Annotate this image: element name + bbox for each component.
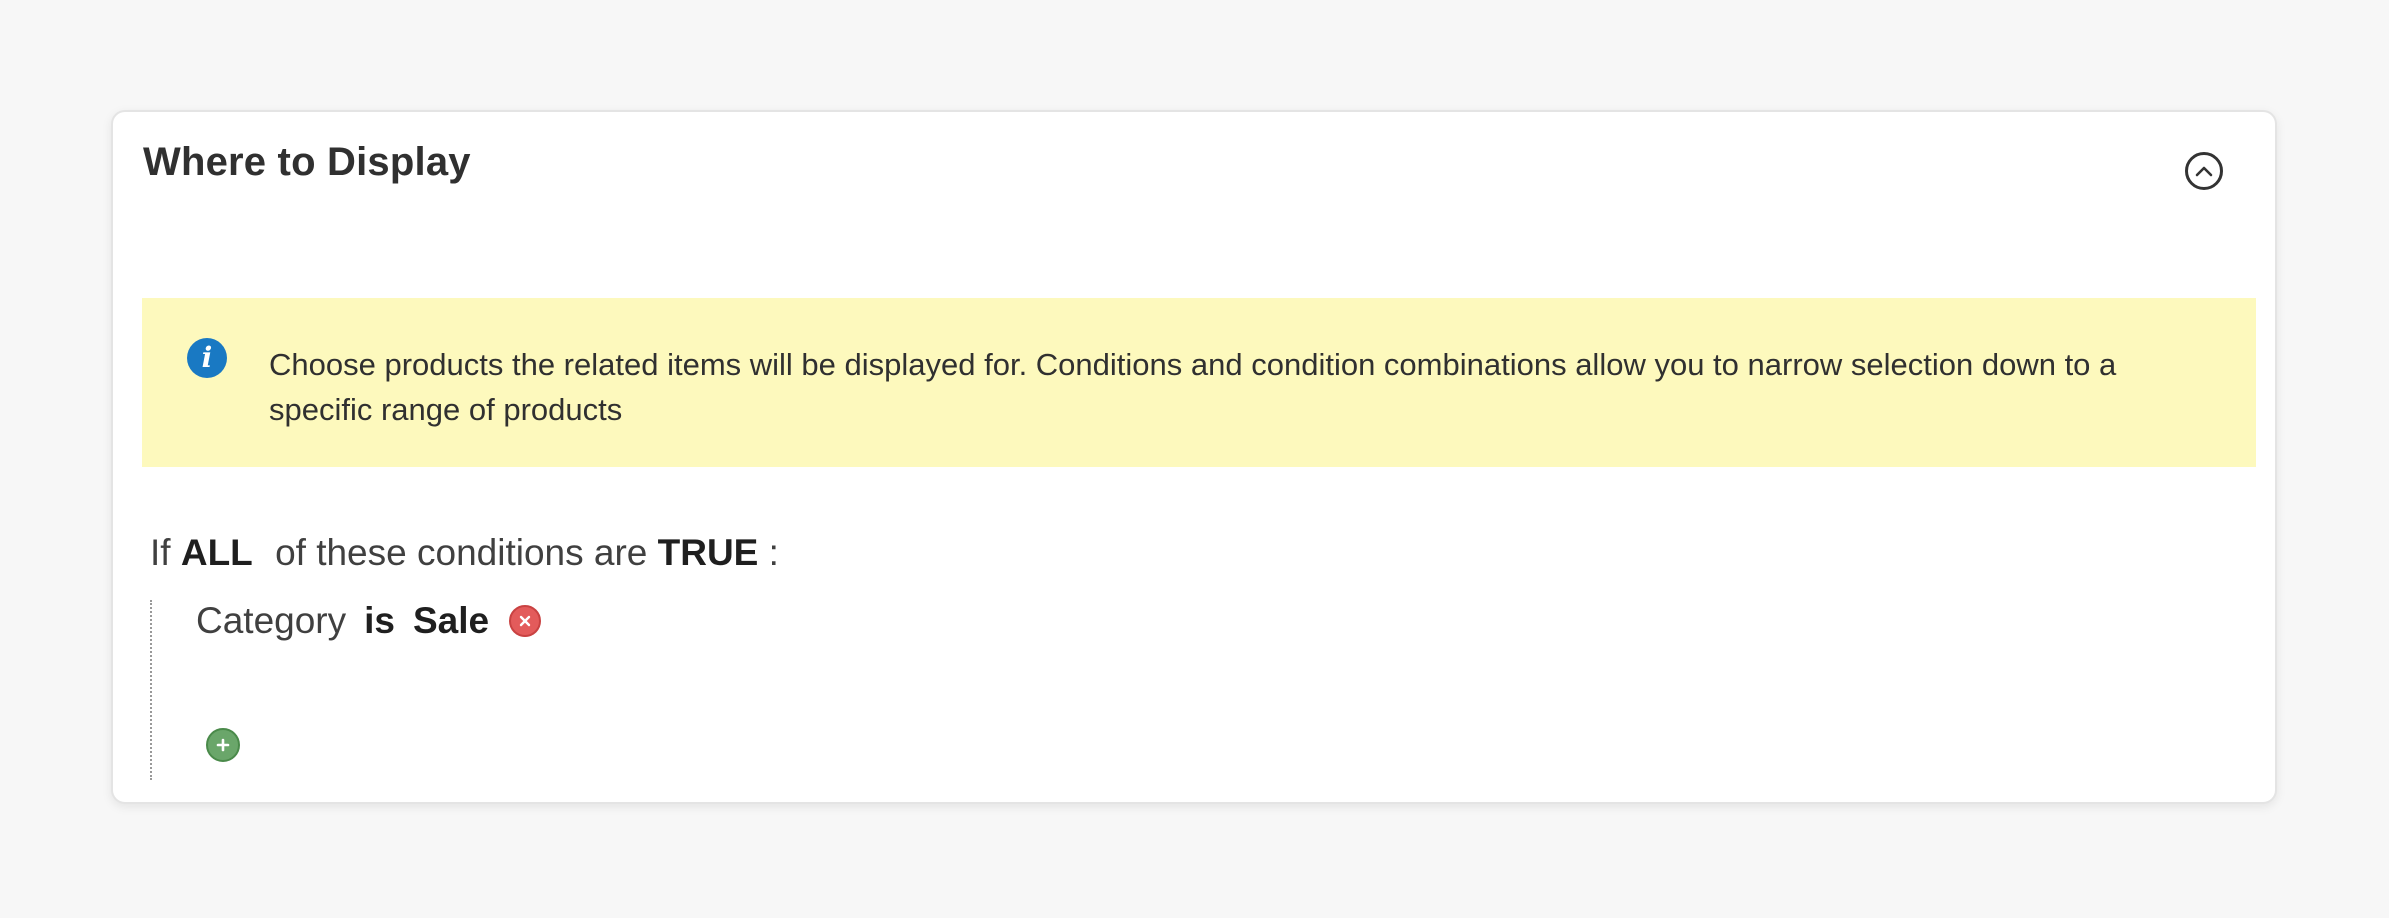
where-to-display-panel: Where to Display i Choose products the r… (111, 110, 2277, 804)
conditions-list: Category is Sale (150, 600, 952, 780)
add-circle-icon[interactable] (206, 728, 240, 762)
notice-text: Choose products the related items will b… (269, 347, 2117, 427)
rule-aggregator-select[interactable]: ALL (181, 532, 253, 573)
condition-attribute: Category (196, 600, 347, 641)
condition-operator-select[interactable]: is (364, 600, 395, 642)
panel-title: Where to Display (143, 140, 471, 184)
info-icon: i (187, 338, 227, 378)
chevron-up-circle-icon[interactable] (2185, 152, 2223, 190)
rule-suffix: : (768, 532, 779, 573)
rule-header: If ALL of these conditions are TRUE : (150, 532, 779, 574)
condition-row: Category is Sale (196, 600, 542, 642)
condition-value-select[interactable]: Sale (413, 600, 489, 642)
rule-middle-text: of these conditions are (275, 532, 648, 573)
rule-prefix: If (150, 532, 171, 573)
rule-value-select[interactable]: TRUE (658, 532, 759, 573)
info-notice: i Choose products the related items will… (142, 298, 2256, 467)
remove-circle-icon[interactable] (509, 605, 542, 637)
